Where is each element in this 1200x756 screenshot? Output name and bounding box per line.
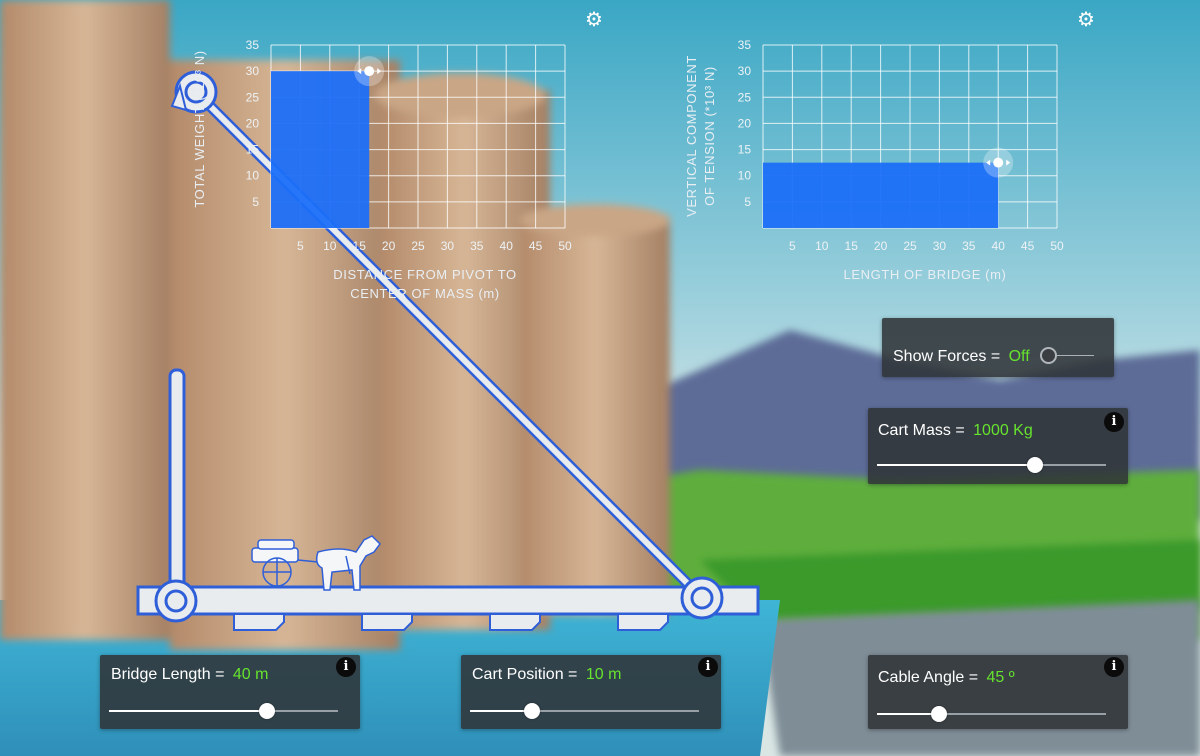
right-chart-y-tick-label: 35 [738, 38, 752, 52]
left-chart-ylabel: TOTAL WEIGHT (*10³ N) [192, 50, 207, 208]
right-chart-x-tick-label: 10 [815, 239, 829, 253]
show-forces-label-text: Show Forces = [893, 348, 1001, 365]
right-chart-x-tick-label: 15 [845, 239, 859, 253]
cart-position-label: Cart Position = 10 m [472, 666, 621, 684]
right-chart-x-tick-label: 45 [1021, 239, 1035, 253]
bridge-length-panel: Bridge Length = 40 m i [100, 655, 360, 729]
cart-mass-slider[interactable] [877, 457, 1106, 473]
right-chart-y-tick-label: 5 [744, 195, 751, 209]
cart-mass-info-icon[interactable]: i [1104, 412, 1124, 432]
cart-mass-label-text: Cart Mass = [878, 422, 965, 439]
cart-position-slider-thumb[interactable] [523, 703, 540, 719]
bridge-deck [136, 585, 760, 616]
left-chart-xlabel-line1: DISTANCE FROM PIVOT TO [333, 267, 517, 282]
right-chart-xlabel-line1: LENGTH OF BRIDGE (m) [843, 267, 1007, 282]
show-forces-value: Off [1008, 348, 1030, 365]
right-chart-x-tick-label: 40 [992, 239, 1006, 253]
right-chart-settings-gear-icon[interactable]: ⚙ [1077, 10, 1095, 30]
bridge-length-slider-fill [109, 710, 267, 712]
right-chart-y-tick-label: 30 [738, 64, 752, 78]
right-chart-x-tick-label: 30 [933, 239, 947, 253]
bridge-length-label-text: Bridge Length = [111, 666, 225, 683]
cart-mass-value: 1000 Kg [973, 422, 1033, 439]
cart-position-panel: Cart Position = 10 m i [461, 655, 721, 729]
cart-position-label-text: Cart Position = [472, 666, 578, 683]
right-chart-x-tick-label: 35 [962, 239, 976, 253]
bridge-length-info-icon[interactable]: i [336, 657, 356, 677]
right-chart-bar [763, 162, 999, 228]
left-chart-xlabel-line2: CENTER OF MASS (m) [350, 286, 500, 301]
right-chart-ylabel-line1: VERTICAL COMPONENT [684, 55, 699, 217]
left-chart-settings-gear-icon[interactable]: ⚙ [585, 10, 603, 30]
cart-position-info-icon[interactable]: i [698, 657, 718, 677]
cart-position-value: 10 m [585, 666, 622, 683]
bridge-post [168, 368, 186, 594]
right-chart-y-tick-label: 20 [738, 116, 752, 130]
cable-angle-info-icon[interactable]: i [1104, 657, 1124, 677]
right-chart-ylabel-line2: OF TENSION (*10³ N) [702, 66, 717, 206]
show-forces-toggle[interactable] [1040, 347, 1096, 364]
cart-position-slider[interactable] [470, 703, 699, 719]
cart-mass-panel: Cart Mass = 1000 Kg i [868, 408, 1128, 484]
show-forces-panel: Show Forces = Off [882, 318, 1114, 377]
right-chart-ylabel: VERTICAL COMPONENT OF TENSION (*10³ N) [683, 41, 719, 231]
right-chart-x-tick-label: 50 [1050, 239, 1064, 253]
cable-angle-slider[interactable] [877, 706, 1106, 722]
bridge-length-label: Bridge Length = 40 m [111, 666, 268, 684]
show-forces-toggle-knob[interactable] [1040, 347, 1057, 364]
right-chart-y-tick-label: 15 [738, 143, 752, 157]
right-chart-x-tick-label: 20 [874, 239, 888, 253]
cable-angle-label-text: Cable Angle = [878, 669, 979, 686]
bridge-length-slider[interactable] [109, 703, 338, 719]
cable-angle-label: Cable Angle = 45 º [878, 669, 1015, 687]
cable-angle-slider-thumb[interactable] [930, 706, 947, 722]
left-chart-xlabel: DISTANCE FROM PIVOT TO CENTER OF MASS (m… [300, 265, 550, 303]
bridge-length-slider-thumb[interactable] [259, 703, 275, 719]
cart-mass-slider-thumb[interactable] [1027, 457, 1043, 473]
horse-cart [251, 535, 381, 591]
right-chart-y-tick-label: 25 [738, 90, 752, 104]
right-chart-xlabel: LENGTH OF BRIDGE (m) [800, 265, 1050, 284]
right-chart-x-tick-label: 25 [903, 239, 917, 253]
cart-position-slider-fill [470, 710, 532, 712]
cable-angle-slider-fill [877, 713, 939, 715]
right-chart-y-tick-label: 10 [738, 169, 752, 183]
right-chart-x-tick-label: 5 [789, 239, 796, 253]
cable-angle-value: 45 º [986, 669, 1015, 686]
bridge-length-value: 40 m [232, 666, 269, 683]
cart-mass-label: Cart Mass = 1000 Kg [878, 422, 1033, 440]
cart-mass-slider-fill [877, 464, 1035, 466]
cable-angle-panel: Cable Angle = 45 º i [868, 655, 1128, 729]
tension-length-chart: 5 10 15 20 25 30 35 40 45 50 5 10 15 20 25 30 35 [738, 38, 1064, 253]
right-chart-handle-dot[interactable] [993, 157, 1004, 168]
show-forces-label: Show Forces = Off [893, 348, 1030, 366]
